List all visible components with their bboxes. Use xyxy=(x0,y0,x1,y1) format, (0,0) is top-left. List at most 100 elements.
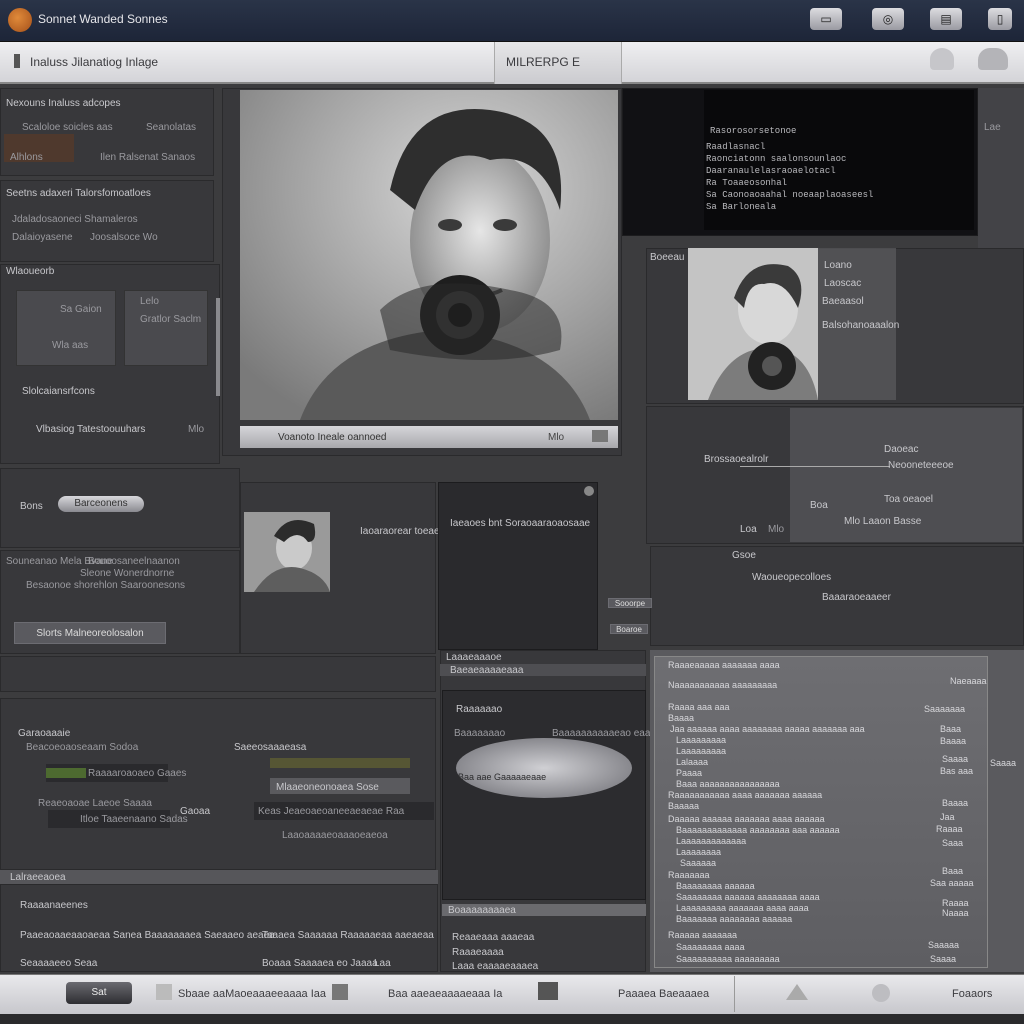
list-item[interactable]: Dalaioyasene xyxy=(12,232,73,243)
row-text: Boaaa Saaaaea eo Jaaaa xyxy=(262,958,378,969)
field-value: Raaaaroaoaeo Gaaes xyxy=(88,768,187,779)
list-item[interactable]: Laaaaaaaaa aaaaaaa aaaa aaaa xyxy=(676,903,809,913)
list-item[interactable]: Joosalsoce Wo xyxy=(90,232,158,243)
bottom-right-label[interactable]: Foaaors xyxy=(952,988,992,1000)
side-button[interactable]: Sooorpe xyxy=(608,598,652,608)
list-item[interactable]: Laaaaaaaaaaaaa xyxy=(676,836,746,846)
panel-title: Boeeau xyxy=(650,252,685,263)
list-value: Jaa xyxy=(940,812,955,822)
list-side: Saaaa xyxy=(990,758,1017,768)
list-value: Saaaa xyxy=(942,754,969,764)
bottom-bar xyxy=(0,974,1024,1014)
bottom-item[interactable]: Paaaea Baeaaaea xyxy=(618,988,709,1000)
list-item[interactable]: Paaaa xyxy=(676,768,702,778)
list-value: Saaa xyxy=(942,838,964,848)
side-label: Lae xyxy=(984,122,1001,133)
list-item[interactable]: Raaaaa aaaaaaa xyxy=(668,930,737,940)
list-item[interactable]: Sleone Wonerdnorne xyxy=(80,568,174,579)
list-item[interactable]: Seanolatas xyxy=(146,122,196,133)
footer-item: Raaaeaaaa xyxy=(452,947,504,958)
portrait-image xyxy=(240,90,618,420)
bottom-left-button[interactable]: Sat xyxy=(66,982,132,1004)
list-item[interactable]: Saaaaaaaa aaaa xyxy=(676,942,745,952)
list-item[interactable]: Baaaaa xyxy=(668,801,699,811)
list-item[interactable]: Scaloloe soicles aas xyxy=(22,122,113,133)
list-item[interactable]: Saaaaaaaaaa aaaaaaaaa xyxy=(676,954,780,964)
list-item[interactable]: Daaaaa aaaaaa aaaaaaa aaaa aaaaaa xyxy=(668,814,825,824)
thumb-label: Lelo xyxy=(140,296,159,307)
circle-icon[interactable] xyxy=(872,984,890,1002)
list-item[interactable]: Baaaaaaaaaaaaa aaaaaaaa aaa aaaaaa xyxy=(676,825,840,835)
list-item[interactable]: Besaonoe shorehlon Saaroonesons xyxy=(26,580,185,591)
panel-header: Baeaeaaaaeaaa xyxy=(450,665,524,676)
monitor-icon[interactable]: ▭ xyxy=(810,8,842,30)
spacer-panel xyxy=(0,656,436,692)
info-label: Loa xyxy=(740,524,757,535)
panel-title: Raaaanaeenes xyxy=(20,900,88,911)
scrollbar[interactable] xyxy=(216,298,220,396)
row-label: Gaoaa xyxy=(180,806,211,817)
device-icon[interactable]: ▤ xyxy=(930,8,962,30)
side-button[interactable]: Boaroe xyxy=(610,624,648,634)
info-label: Boa xyxy=(810,500,828,511)
photo-info: Balsohanoaaalon xyxy=(822,320,900,331)
list-item[interactable]: Baaaa xyxy=(668,713,694,723)
cloud-icon[interactable] xyxy=(978,48,1008,70)
list-value: Saa aaaaa xyxy=(930,878,974,888)
slider[interactable]: Barceonens xyxy=(58,496,144,512)
row-text: Raaaaaao xyxy=(456,704,503,715)
doc-icon[interactable] xyxy=(332,984,348,1000)
menu-icon[interactable] xyxy=(14,54,20,68)
code-line: Raonciatonn saalonsounlaoc xyxy=(706,154,847,164)
user-icon[interactable] xyxy=(930,48,954,70)
list-item[interactable]: Jdaladosaoneci Shamaleros xyxy=(12,214,138,225)
row-text: Paaeaoaaeaaoaeaa Sanea Baaaaaaaea Saeaae… xyxy=(20,930,275,941)
slider-label: Bons xyxy=(20,501,43,512)
shape-blob[interactable] xyxy=(456,738,632,798)
list-icon[interactable] xyxy=(538,982,558,1000)
list-item[interactable]: Laaaaaaaaa xyxy=(676,746,726,756)
row-label: Saeeosaaaeasa xyxy=(234,742,307,753)
list-item[interactable]: Raaaaaaaaaaa aaaa aaaaaaa aaaaaa xyxy=(668,790,822,800)
mobile-icon[interactable]: ▯ xyxy=(988,8,1012,30)
list-item[interactable]: Raaaaaaa xyxy=(668,870,710,880)
info-label: Waoueopecolloes xyxy=(752,572,832,583)
list-item[interactable]: Baaa aaaaaaaaaaaaaaaa xyxy=(676,779,780,789)
bottom-item[interactable]: Sbaae aaMaoeaaaeeaaaa Iaa xyxy=(178,988,326,1000)
grid-icon[interactable] xyxy=(156,984,172,1000)
close-icon[interactable] xyxy=(584,486,594,496)
list-item[interactable]: Saaaaaaaa aaaaaa aaaaaaaa aaaa xyxy=(676,892,820,902)
progress-bar xyxy=(270,758,410,768)
section-subtitle: Slolcaiansrfcons xyxy=(22,386,95,397)
list-item[interactable]: Baaaaaaaa aaaaaa xyxy=(676,881,755,891)
bottom-item[interactable]: Baa aaeaeaaaaeaaa Ia xyxy=(388,988,502,1000)
list-value: Baaa xyxy=(942,866,964,876)
code-line: Sa Caonoaoaahal noeaaplaoaseesl xyxy=(706,190,874,200)
list-item[interactable]: Raaaa aaa aaa xyxy=(668,702,730,712)
list-item[interactable]: Laaaaaaaa xyxy=(676,847,721,857)
list-value: Saaaaa xyxy=(928,940,960,950)
primary-button[interactable]: Slorts Malneoreolosalon xyxy=(14,622,166,644)
field-value: Laaoaaaaeoaaaoeaeoa xyxy=(282,830,388,841)
headphones-icon[interactable]: ◎ xyxy=(872,8,904,30)
breadcrumb: Inaluss Jilanatiog Inlage xyxy=(30,55,159,69)
footer-title: Boaaaaaaaaea xyxy=(448,905,516,916)
thumb-box[interactable] xyxy=(124,290,208,366)
main-photo[interactable] xyxy=(240,90,618,420)
section-bar-label: Lalraeeaoea xyxy=(10,872,66,883)
list-item[interactable]: Alhlons xyxy=(10,152,43,163)
photo-badge: Mlo xyxy=(548,432,565,443)
list-item[interactable]: Lalaaaa xyxy=(676,757,708,767)
list-item[interactable]: Saaaaaa xyxy=(680,858,716,868)
expand-icon[interactable] xyxy=(592,430,608,442)
list-item[interactable]: Laaaaaaaaa xyxy=(676,735,726,745)
center-thumb[interactable] xyxy=(244,512,330,592)
secondary-photo[interactable] xyxy=(688,248,818,400)
row-text: Baaaaaaao xyxy=(454,728,506,739)
list-item[interactable]: Jaa aaaaaa aaaa aaaaaaaa aaaaa aaaaaaa a… xyxy=(670,724,865,734)
list-item[interactable]: Ilen Ralsenat Sanaos xyxy=(100,152,195,163)
row-text: Baaaaaaaaaaeao eaaaa xyxy=(552,728,662,739)
list-item[interactable]: Baaaaaaa aaaaaaaa aaaaaa xyxy=(676,914,792,924)
thumb-box[interactable] xyxy=(16,290,116,366)
list-item[interactable]: Bouoosaneelnaanon xyxy=(88,556,180,567)
